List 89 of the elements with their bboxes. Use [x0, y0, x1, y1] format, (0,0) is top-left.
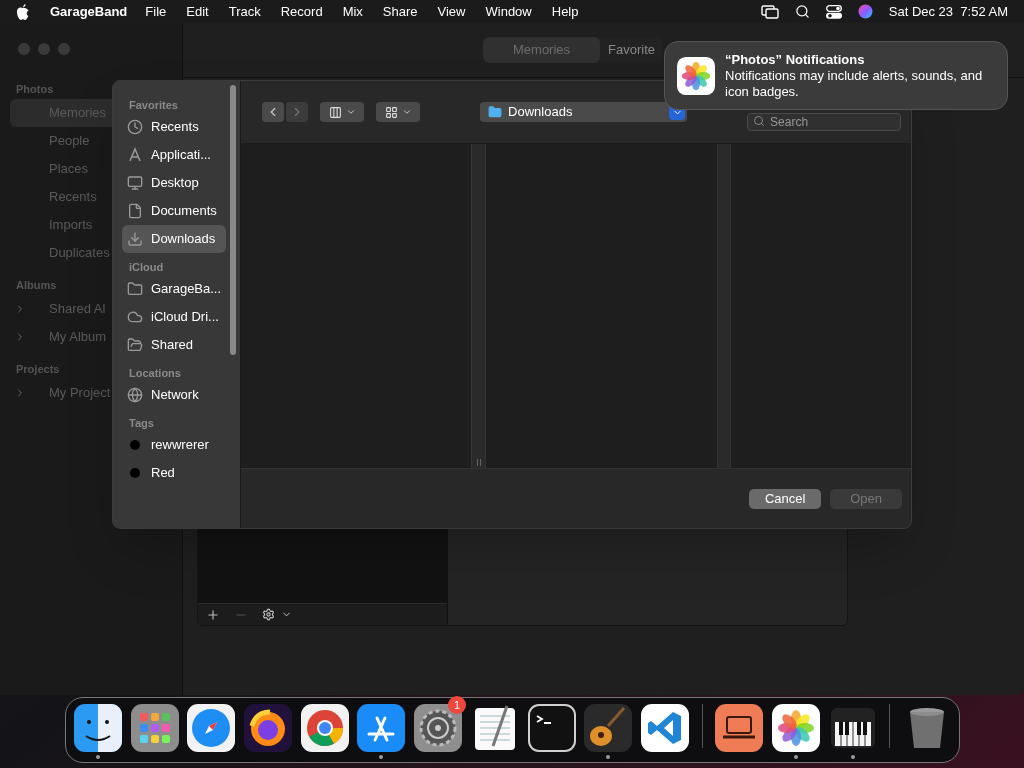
sidebar-label: Network [151, 386, 199, 405]
globe-icon [127, 387, 143, 403]
compass-icon[interactable] [187, 704, 236, 752]
menu-item[interactable]: Mix [342, 1, 363, 22]
folder-icon [127, 281, 143, 297]
flower-icon [677, 56, 715, 95]
sidebar-heading: Albums [15, 277, 58, 293]
notification-badge: 1 [448, 696, 467, 714]
sidebar-item[interactable]: Network [122, 381, 227, 409]
sidebar-item[interactable]: rewwrerer [122, 431, 227, 459]
app-menu[interactable]: GarageBand [50, 1, 128, 22]
group-view-button[interactable] [376, 102, 421, 122]
search-icon [753, 115, 766, 127]
sidebar-label: Documents [151, 202, 217, 221]
menu-item[interactable]: Edit [186, 1, 209, 22]
back-button[interactable] [262, 102, 285, 122]
clock-icon [127, 119, 143, 135]
terminal-icon[interactable] [527, 704, 576, 752]
apple-logo-icon[interactable] [16, 3, 30, 20]
screen-mirroring-icon[interactable] [760, 4, 779, 19]
menu-item[interactable]: Record [280, 1, 323, 22]
chevron-down-icon [401, 107, 412, 117]
settings-icon[interactable] [262, 608, 275, 621]
grid-icon [384, 105, 398, 119]
sidebar-item[interactable]: GarageBa... [122, 275, 227, 303]
location-popup[interactable]: Downloads [480, 102, 688, 122]
menu-item[interactable]: Window [485, 1, 532, 22]
sidebar-item[interactable]: Documents [122, 197, 227, 225]
control-center-icon[interactable] [825, 4, 842, 19]
cloud-icon [127, 309, 143, 325]
pen-letter-icon [127, 147, 143, 163]
column-resize-handle[interactable] [476, 459, 481, 466]
app-grid-icon[interactable] [130, 704, 179, 752]
menu-item[interactable]: File [145, 1, 167, 22]
sidebar-item[interactable]: Shared [122, 331, 227, 359]
menu-item[interactable]: View [437, 1, 466, 22]
columns-icon [328, 105, 342, 119]
sidebar-heading: Projects [15, 361, 61, 377]
scrollbar-thumb[interactable] [230, 85, 237, 355]
forward-button[interactable] [286, 102, 309, 122]
dialog-button[interactable]: Cancel [749, 488, 822, 509]
sidebar-label: iCloud Dri... [151, 308, 219, 327]
flower-icon[interactable] [771, 704, 820, 752]
segment-tab[interactable]: Favorite [600, 37, 663, 63]
sidebar-heading: Tags [128, 415, 155, 431]
notification-title: “Photos” Notifications [725, 51, 866, 68]
sidebar-heading: Photos [15, 81, 55, 97]
sidebar-item[interactable]: Applicati... [122, 141, 227, 169]
sidebar-label: Shared [151, 336, 193, 355]
menu-item[interactable]: Help [551, 1, 579, 22]
siri-orb-icon[interactable] [857, 4, 873, 19]
sidebar-label: Downloads [151, 230, 216, 249]
shared-folder-icon [127, 337, 143, 353]
notification-toast[interactable]: “Photos” Notifications Notifications may include alerts, sounds, and icon badges. [664, 41, 1008, 110]
fox-globe-icon[interactable] [244, 704, 293, 752]
sidebar-label: GarageBa... [151, 280, 222, 299]
smiling-face-icon[interactable] [74, 704, 122, 752]
folder-icon [488, 105, 503, 119]
monitor-icon [127, 175, 143, 191]
column-view-button[interactable] [320, 102, 365, 122]
sidebar-label: Red [151, 464, 175, 483]
add-icon[interactable] [206, 607, 220, 622]
sidebar-item[interactable]: Red [122, 459, 227, 487]
app-store-icon[interactable] [357, 704, 406, 752]
sidebar-item[interactable]: Desktop [122, 169, 227, 197]
sidebar-label: Applicati... [151, 146, 211, 165]
code-ribbon-icon[interactable] [640, 704, 689, 752]
menu-item[interactable]: Track [228, 1, 261, 22]
menu-bar-clock[interactable]: Sat Dec 23 7:52 AM [888, 1, 1008, 22]
sidebar-label: People [49, 132, 90, 151]
menu-item[interactable]: Share [382, 1, 418, 22]
guitar-icon[interactable] [584, 704, 633, 752]
search-icon[interactable] [794, 4, 810, 19]
sidebar-label: My Project [49, 384, 111, 403]
document-icon [127, 203, 143, 219]
chrome-icon[interactable] [300, 704, 349, 752]
sidebar-heading: Locations [128, 365, 182, 381]
sidebar-item[interactable]: iCloud Dri... [122, 303, 227, 331]
download-icon [127, 231, 143, 247]
search-field[interactable]: Search [747, 113, 902, 131]
chevron-down-icon [345, 107, 356, 117]
sidebar-label: Shared Al [49, 300, 106, 319]
laptop-icon[interactable] [715, 704, 764, 752]
sidebar-item[interactable]: Downloads [122, 225, 227, 253]
sidebar-label: Desktop [151, 174, 199, 193]
notification-body: Notifications may include alerts, sounds, and icon badges. [725, 67, 984, 100]
sidebar-heading: iCloud [128, 259, 165, 275]
sidebar-label: My Album [49, 328, 107, 347]
sidebar-label: rewwrerer [151, 436, 209, 455]
